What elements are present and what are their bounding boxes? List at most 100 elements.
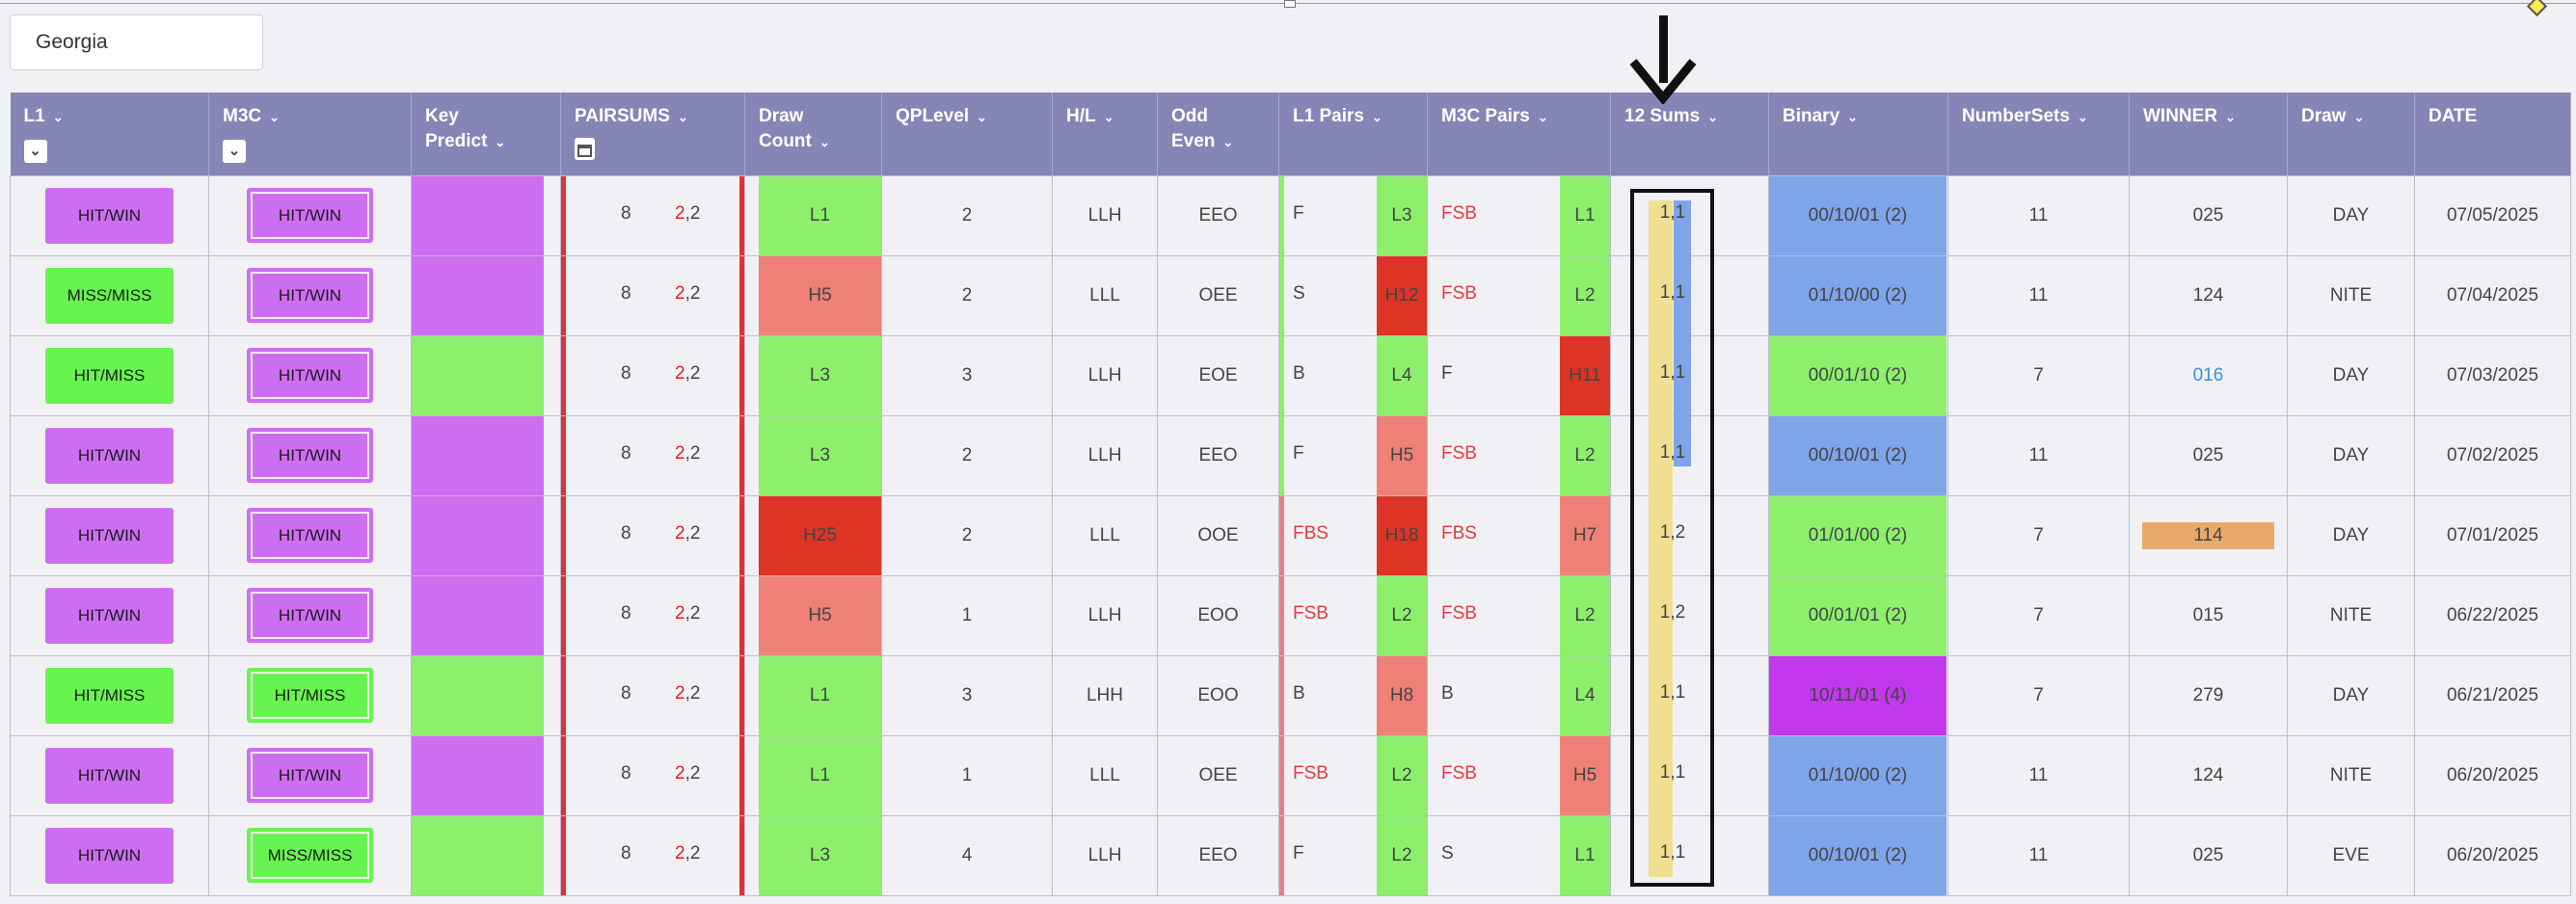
- key-predict-cell: [411, 334, 561, 416]
- pairsums-right-bar: [739, 575, 744, 655]
- resize-handle[interactable]: [1284, 0, 1296, 8]
- m3c-pairs-code: FSB: [1441, 202, 1477, 224]
- m3c-result-button[interactable]: HIT/WIN: [247, 188, 373, 243]
- table-row[interactable]: HIT/WIN HIT/WIN 8 2,2 H25 2 LLL OOE FBS H18 FBS H7 0…: [10, 494, 2571, 576]
- col-header-13[interactable]: WINNER ⌄: [2129, 93, 2288, 175]
- winner-cell[interactable]: 016: [2129, 334, 2288, 416]
- l1-result-button[interactable]: HIT/WIN: [45, 747, 174, 804]
- chevron-down-icon[interactable]: ⌄: [23, 140, 47, 163]
- chevron-down-icon[interactable]: ⌄: [223, 140, 246, 163]
- binary-value: 01/01/00 (2): [1769, 495, 1946, 575]
- binary-cell: 01/10/00 (2): [1768, 254, 1948, 336]
- col-header-0[interactable]: L1 ⌄ ⌄: [10, 93, 209, 175]
- l1-result-button[interactable]: HIT/MISS: [45, 347, 174, 404]
- sort-caret-icon[interactable]: ⌄: [1372, 110, 1382, 124]
- pairsums-cell: 8 2,2: [560, 174, 745, 256]
- table-row[interactable]: MISS/MISS HIT/WIN 8 2,2 H5 2 LLL OEE S H12 FSB L2 01…: [10, 254, 2571, 336]
- col-header-7[interactable]: Odd Even ⌄: [1157, 93, 1279, 175]
- l1-cell: HIT/WIN: [10, 414, 209, 496]
- draw-count-value: L1: [759, 655, 881, 735]
- table-row[interactable]: HIT/MISS HIT/WIN 8 2,2 L3 3 LLH EOE B L4 F H11 00/01…: [10, 334, 2571, 416]
- l1-result-button[interactable]: HIT/MISS: [45, 667, 174, 724]
- table-row[interactable]: HIT/WIN MISS/MISS 8 2,2 L3 4 LLH EEO F L2 S L1 00/10…: [10, 814, 2571, 896]
- col-header-3[interactable]: PAIRSUMS ⌄: [560, 93, 745, 175]
- sort-caret-icon[interactable]: ⌄: [53, 110, 64, 124]
- binary-value: 01/10/00 (2): [1769, 255, 1946, 335]
- col-header-5[interactable]: QPLevel ⌄: [881, 93, 1053, 175]
- sort-caret-icon[interactable]: ⌄: [2078, 110, 2088, 124]
- col-header-10[interactable]: 12 Sums ⌄: [1610, 93, 1769, 175]
- col-header-14[interactable]: Draw ⌄: [2287, 93, 2415, 175]
- state-select[interactable]: Georgia: [10, 14, 263, 70]
- sort-caret-icon[interactable]: ⌄: [1707, 110, 1718, 124]
- m3c-pairs-level: L2: [1560, 575, 1610, 655]
- l1-pairs-code: F: [1293, 202, 1304, 224]
- col-header-1[interactable]: M3C ⌄ ⌄: [208, 93, 412, 175]
- pairsums-cell: 8 2,2: [560, 254, 745, 336]
- calendar-icon[interactable]: [575, 138, 595, 160]
- sort-caret-icon[interactable]: ⌄: [1222, 135, 1233, 149]
- col-header-8[interactable]: L1 Pairs ⌄: [1278, 93, 1428, 175]
- m3c-result-button[interactable]: HIT/WIN: [247, 508, 373, 563]
- corner-marker-icon: [2526, 0, 2548, 17]
- l1-pairs-level: L2: [1377, 815, 1427, 895]
- draw-count-cell: H5: [744, 574, 882, 656]
- winner-number[interactable]: 016: [2193, 365, 2224, 386]
- l1-result-button[interactable]: HIT/WIN: [45, 507, 174, 564]
- m3c-result-button[interactable]: HIT/WIN: [247, 348, 373, 403]
- sort-caret-icon[interactable]: ⌄: [1104, 110, 1114, 124]
- key-predict-cell: [411, 814, 561, 896]
- winner-number: 124: [2192, 764, 2224, 785]
- m3c-pairs-cell: FSB H5: [1427, 734, 1611, 816]
- l1-result-button[interactable]: HIT/WIN: [45, 587, 174, 644]
- m3c-result-button[interactable]: HIT/MISS: [247, 668, 373, 723]
- table-row[interactable]: HIT/MISS HIT/MISS 8 2,2 L1 3 LHH EOO B H8 B L4 10/11…: [10, 654, 2571, 736]
- sort-caret-icon[interactable]: ⌄: [819, 135, 830, 149]
- col-header-9[interactable]: M3C Pairs ⌄: [1427, 93, 1611, 175]
- col-header-4[interactable]: Draw Count ⌄: [744, 93, 882, 175]
- sort-caret-icon[interactable]: ⌄: [1538, 110, 1548, 124]
- l1-pairs-bar: [1279, 575, 1284, 655]
- col-header-6[interactable]: H/L ⌄: [1052, 93, 1158, 175]
- l1-result-button[interactable]: HIT/WIN: [45, 187, 174, 244]
- l1-result-button[interactable]: MISS/MISS: [45, 267, 174, 324]
- col-header-15[interactable]: DATE: [2414, 93, 2571, 175]
- m3c-result-button[interactable]: MISS/MISS: [247, 828, 373, 883]
- m3c-pairs-level: L1: [1560, 815, 1610, 895]
- sort-caret-icon[interactable]: ⌄: [269, 110, 280, 124]
- winner-cell: 279: [2129, 654, 2288, 736]
- m3c-result-button[interactable]: HIT/WIN: [247, 588, 373, 643]
- m3c-pairs-cell: FSB L2: [1427, 414, 1611, 496]
- pairsums-left-bar: [561, 255, 566, 335]
- sort-caret-icon[interactable]: ⌄: [678, 110, 688, 124]
- m3c-pairs-cell: F H11: [1427, 334, 1611, 416]
- sort-caret-icon[interactable]: ⌄: [1847, 110, 1858, 124]
- sort-caret-icon[interactable]: ⌄: [495, 135, 505, 149]
- table-row[interactable]: HIT/WIN HIT/WIN 8 2,2 L1 2 LLH EEO F L3 FSB L1 00/10…: [10, 174, 2571, 256]
- col-header-11[interactable]: Binary ⌄: [1768, 93, 1948, 175]
- sums-value: 1,1: [1659, 282, 1686, 303]
- date-cell: 07/02/2025: [2414, 414, 2571, 496]
- l1-result-button[interactable]: HIT/WIN: [45, 827, 174, 884]
- col-header-label: NumberSets: [1962, 106, 2070, 126]
- col-header-12[interactable]: NumberSets ⌄: [1947, 93, 2130, 175]
- pairsums-right-bar: [739, 655, 744, 735]
- qplevel-cell: 3: [881, 334, 1053, 416]
- sort-caret-icon[interactable]: ⌄: [977, 110, 987, 124]
- sort-caret-icon[interactable]: ⌄: [2225, 110, 2236, 124]
- key-predict-fill: [412, 655, 544, 735]
- sort-caret-icon[interactable]: ⌄: [2353, 110, 2364, 124]
- binary-value: 10/11/01 (4): [1769, 655, 1946, 735]
- m3c-result-button[interactable]: HIT/WIN: [247, 428, 373, 483]
- table-row[interactable]: HIT/WIN HIT/WIN 8 2,2 H5 1 LLH EOO FSB L2 FSB L2 00/…: [10, 574, 2571, 656]
- winner-number: 124: [2192, 284, 2224, 306]
- l1-result-button[interactable]: HIT/WIN: [45, 427, 174, 484]
- m3c-result-button[interactable]: HIT/WIN: [247, 748, 373, 803]
- m3c-result-label: HIT/WIN: [251, 592, 369, 639]
- table-row[interactable]: HIT/WIN HIT/WIN 8 2,2 L1 1 LLL OEE FSB L2 FSB H5 01/…: [10, 734, 2571, 816]
- col-header-2[interactable]: Key Predict ⌄: [411, 93, 561, 175]
- m3c-result-button[interactable]: HIT/WIN: [247, 268, 373, 323]
- key-predict-fill: [412, 575, 544, 655]
- l1-pairs-cell: FBS H18: [1278, 494, 1428, 576]
- table-row[interactable]: HIT/WIN HIT/WIN 8 2,2 L3 2 LLH EEO F H5 FSB L2 00/10…: [10, 414, 2571, 496]
